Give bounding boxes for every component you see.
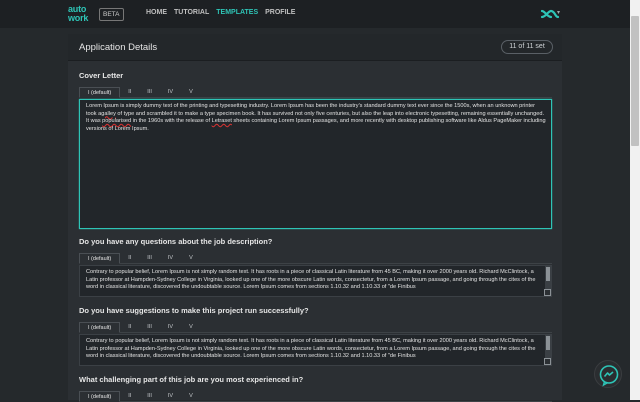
question-label-challenging-part: What challenging part of this job are yo… bbox=[79, 375, 304, 384]
page-title: Application Details bbox=[79, 42, 158, 53]
tab-variant-2[interactable]: II bbox=[120, 391, 139, 402]
tab-variant-1[interactable]: I (default) bbox=[79, 253, 121, 264]
page-scrollbar-thumb[interactable] bbox=[631, 16, 639, 146]
variant-tabs: I (default) II III IV V bbox=[79, 322, 552, 333]
job-description-questions-textarea[interactable]: Contrary to popular belief, Lorem Ipsum … bbox=[79, 265, 552, 297]
messenger-icon bbox=[599, 365, 619, 387]
tab-variant-3[interactable]: III bbox=[139, 87, 160, 98]
card-header: Application Details 11 of 11 set bbox=[68, 34, 562, 61]
tab-variant-4[interactable]: IV bbox=[160, 391, 181, 402]
nav-tutorial[interactable]: TUTORIAL bbox=[174, 9, 209, 16]
textarea-scrollbar-thumb[interactable] bbox=[546, 267, 550, 281]
resize-handle[interactable] bbox=[544, 289, 551, 296]
tab-variant-5[interactable]: V bbox=[181, 322, 201, 333]
tab-variant-2[interactable]: II bbox=[120, 87, 139, 98]
tab-variant-4[interactable]: IV bbox=[160, 253, 181, 264]
messenger-chat-button[interactable] bbox=[594, 360, 622, 388]
variant-tabs: I (default) II III IV V bbox=[79, 391, 552, 402]
tab-variant-3[interactable]: III bbox=[139, 391, 160, 402]
tab-variant-1[interactable]: I (default) bbox=[79, 322, 121, 333]
tab-variant-2[interactable]: II bbox=[120, 322, 139, 333]
question-label-suggestions: Do you have suggestions to make this pro… bbox=[79, 306, 309, 315]
tab-variant-3[interactable]: III bbox=[139, 322, 160, 333]
tab-variant-5[interactable]: V bbox=[181, 253, 201, 264]
cover-letter-text-typo3: Letraset bbox=[211, 118, 232, 125]
beta-badge: BETA bbox=[99, 8, 124, 21]
nav-profile[interactable]: PROFILE bbox=[265, 9, 295, 16]
cover-letter-text-typo2: popularised bbox=[102, 118, 132, 125]
tab-variant-3[interactable]: III bbox=[139, 253, 160, 264]
tab-variant-2[interactable]: II bbox=[120, 253, 139, 264]
textarea-text: Contrary to popular belief, Lorem Ipsum … bbox=[86, 338, 536, 360]
logo-word-work: work bbox=[68, 13, 89, 23]
cover-letter-text-typo1: galley bbox=[101, 110, 116, 117]
page-scrollbar[interactable] bbox=[630, 0, 640, 400]
resize-handle[interactable] bbox=[544, 358, 551, 365]
application-details-card: Application Details 11 of 11 set Cover L… bbox=[68, 34, 562, 402]
main-nav: HOME TUTORIAL TEMPLATES PROFILE bbox=[146, 9, 295, 16]
variant-tabs: I (default) II III IV V bbox=[79, 253, 552, 264]
tab-variant-1[interactable]: I (default) bbox=[79, 391, 121, 402]
cover-letter-text-c: in the 1960s with the release of bbox=[131, 118, 212, 125]
tab-variant-5[interactable]: V bbox=[181, 391, 201, 402]
question-label-job-description: Do you have any questions about the job … bbox=[79, 237, 273, 246]
variant-tabs: I (default) II III IV V bbox=[79, 87, 552, 98]
suggestions-textarea[interactable]: Contrary to popular belief, Lorem Ipsum … bbox=[79, 334, 552, 366]
textarea-scrollbar-thumb[interactable] bbox=[546, 336, 550, 350]
tab-variant-5[interactable]: V bbox=[181, 87, 201, 98]
logo[interactable]: auto work BETA bbox=[68, 4, 124, 24]
textarea-text: Contrary to popular belief, Lorem Ipsum … bbox=[86, 269, 536, 291]
tab-variant-4[interactable]: IV bbox=[160, 87, 181, 98]
set-count-badge: 11 of 11 set bbox=[501, 40, 553, 54]
question-label-cover-letter: Cover Letter bbox=[79, 71, 124, 80]
nav-templates[interactable]: TEMPLATES bbox=[216, 9, 258, 16]
top-navbar: auto work BETA HOME TUTORIAL TEMPLATES P… bbox=[0, 0, 630, 28]
cover-letter-textarea[interactable]: Lorem Ipsum is simply dummy text of the … bbox=[79, 99, 552, 229]
tab-variant-4[interactable]: IV bbox=[160, 322, 181, 333]
nav-home[interactable]: HOME bbox=[146, 9, 167, 16]
tab-variant-1[interactable]: I (default) bbox=[79, 87, 121, 98]
caret-down-icon[interactable]: ▾ bbox=[557, 9, 560, 16]
